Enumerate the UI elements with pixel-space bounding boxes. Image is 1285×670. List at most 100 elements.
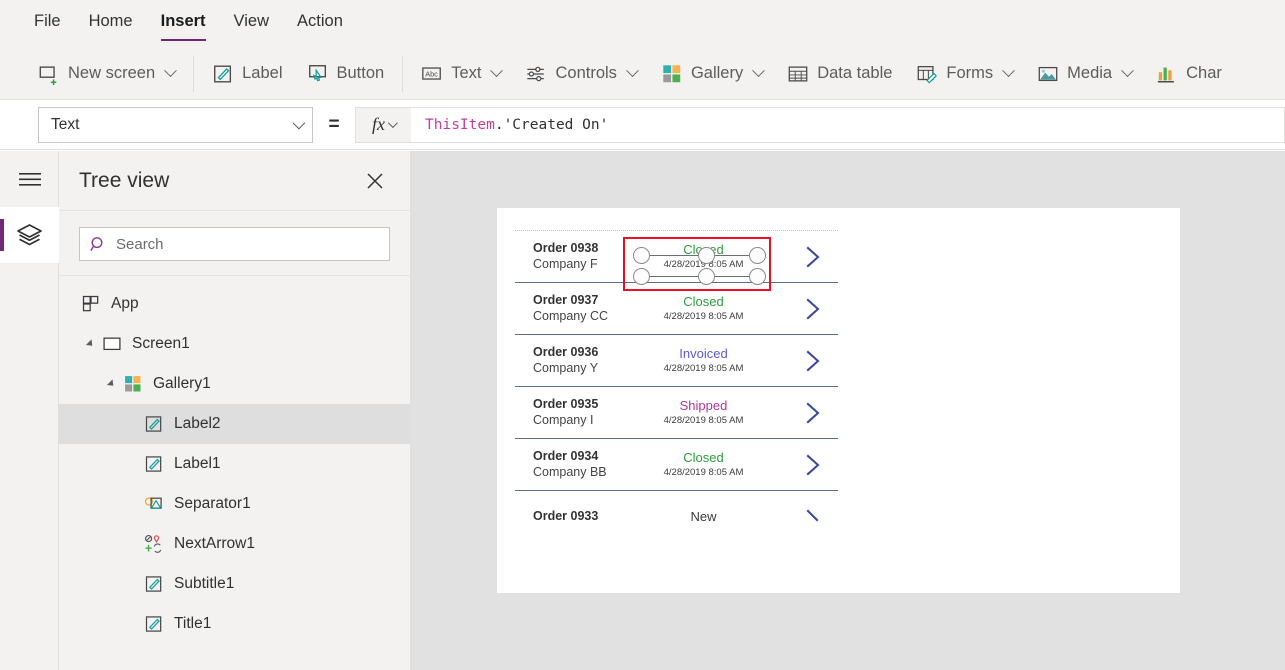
charts-icon	[1157, 67, 1174, 83]
gallery-row[interactable]: Order 0938 Company F Closed 4/28/2019 8:05 …	[515, 231, 838, 291]
next-arrow-icon[interactable]	[802, 349, 824, 373]
sidebar-item-app[interactable]: App	[59, 284, 410, 324]
ribbon-item-media[interactable]: Media	[1025, 48, 1144, 99]
gallery-row-left: Order 0934 Company BB	[515, 449, 607, 480]
new-screen-icon	[39, 65, 57, 85]
ribbon-item-label: Label	[242, 64, 283, 82]
label-icon	[214, 65, 232, 82]
fx-button[interactable]: fx	[355, 106, 411, 143]
nextarrow-icon	[145, 535, 162, 553]
tree-view-header: Tree view	[59, 151, 410, 211]
tree-view-rail-button[interactable]	[0, 207, 59, 263]
ribbon-item-data-table[interactable]: Data table	[775, 48, 904, 99]
sidebar-item-nextarrow1[interactable]: NextArrow1	[59, 524, 410, 564]
menu-tab-home[interactable]: Home	[89, 5, 133, 43]
next-arrow-icon[interactable]	[802, 401, 824, 425]
ribbon-item-text[interactable]: Abc Text	[409, 48, 513, 99]
subtitle-label: Company CC	[533, 308, 609, 323]
ribbon-item-forms[interactable]: Forms	[904, 48, 1025, 99]
menu-tab-view[interactable]: View	[234, 5, 269, 43]
tree-item-content: Screen1	[102, 334, 190, 354]
title-label: Order 0934	[533, 448, 599, 463]
sidebar-item-subtitle1[interactable]: Subtitle1	[59, 564, 410, 604]
ribbon-item-controls[interactable]: Controls	[513, 48, 648, 99]
property-selector[interactable]: Text	[38, 106, 313, 143]
gallery-row-left: Order 0938 Company F	[515, 241, 607, 272]
hamburger-menu-icon	[18, 173, 41, 186]
status-label: Closed	[683, 293, 724, 309]
gallery-row[interactable]: Order 0935 Company I Shipped 4/28/2019 8:05…	[515, 387, 838, 439]
sidebar-item-label: Label2	[174, 415, 221, 432]
gallery1[interactable]: Order 0938 Company F Closed 4/28/2019 8:05 …	[515, 230, 838, 530]
menu-tab-insert[interactable]: Insert	[160, 5, 206, 43]
gallery-icon	[125, 376, 141, 392]
next-arrow-icon[interactable]	[802, 297, 824, 321]
next-arrow-icon[interactable]	[802, 453, 824, 477]
created-on-label: 4/28/2019 8:05 AM	[663, 362, 744, 374]
separator-icon	[144, 497, 162, 509]
gallery-row-left: Order 0933	[515, 509, 607, 525]
menu-tab-file[interactable]: File	[34, 5, 61, 43]
screen-icon	[103, 337, 121, 351]
selection-guide-line	[641, 276, 757, 277]
chevron-down-icon	[387, 118, 398, 129]
fx-icon: fx	[372, 114, 385, 134]
tree-item-list: App Screen1 Gallery1 Label2 Label1 Separator1…	[59, 276, 410, 644]
ribbon-item-new-screen[interactable]: New screen	[26, 48, 187, 99]
gallery-row[interactable]: Order 0937 Company CC Closed 4/28/2019 8:05…	[515, 283, 838, 335]
sidebar-item-title1[interactable]: Title1	[59, 604, 410, 644]
sidebar-item-gallery1[interactable]: Gallery1	[59, 364, 410, 404]
next-arrow-icon[interactable]	[802, 245, 824, 269]
sidebar-item-label2[interactable]: Label2	[59, 404, 410, 444]
ribbon-item-char[interactable]: Char	[1144, 48, 1234, 99]
tree-expand-arrow-icon[interactable]	[85, 339, 96, 349]
ribbon-item-label: Data table	[817, 64, 893, 82]
ribbon-item-label: Gallery	[690, 64, 744, 82]
ribbon-divider	[193, 55, 195, 92]
gallery-row[interactable]: Order 0934 Company BB Closed 4/28/2019 8:05…	[515, 439, 838, 491]
tree-expand-arrow-icon[interactable]	[106, 379, 117, 389]
sidebar-item-screen1[interactable]: Screen1	[59, 324, 410, 364]
sidebar-item-separator1[interactable]: Separator1	[59, 484, 410, 524]
status-label: Closed	[683, 241, 724, 257]
media-image-icon	[1038, 66, 1058, 81]
forms-icon	[918, 65, 938, 84]
gallery-grid-icon	[663, 64, 681, 82]
search-box[interactable]	[79, 227, 390, 261]
sidebar-item-label: Subtitle1	[174, 575, 235, 592]
search-input[interactable]	[116, 235, 379, 253]
chevron-down-icon	[292, 116, 306, 130]
next-arrow-icon[interactable]	[802, 505, 824, 529]
sidebar-item-label: Label1	[174, 455, 221, 472]
controls-sliders-icon	[527, 66, 545, 81]
sidebar-item-label1[interactable]: Label1	[59, 444, 410, 484]
ribbon-item-label: New screen	[68, 64, 156, 82]
ribbon-item-gallery[interactable]: Gallery	[649, 48, 775, 99]
title-label: Order 0933	[533, 509, 599, 524]
created-on-label: 4/28/2019 8:05 AM	[663, 310, 744, 322]
chevron-down-icon	[752, 64, 766, 78]
chevron-down-icon	[490, 64, 504, 78]
sidebar-item-label: NextArrow1	[174, 535, 255, 552]
ribbon-item-button[interactable]: Button	[295, 48, 397, 99]
gallery-row[interactable]: Order 0936 Company Y Invoiced 4/28/2019 8:0…	[515, 335, 838, 387]
label-icon	[145, 416, 162, 432]
close-icon[interactable]	[362, 168, 388, 194]
ribbon-item-label: Char	[1186, 64, 1222, 82]
gallery-row[interactable]: Order 0933 New	[515, 491, 838, 530]
tree-item-content: Label1	[144, 454, 221, 474]
ribbon-item-label: Media	[1067, 64, 1113, 82]
title-label: Order 0938	[533, 240, 599, 255]
title-label: Order 0935	[533, 396, 599, 411]
hamburger-menu-button[interactable]	[0, 151, 59, 207]
formula-input[interactable]: ThisItem .'Created On'	[411, 106, 1285, 143]
menu-tab-action[interactable]: Action	[297, 5, 343, 43]
created-on-label: 4/28/2019 8:05 AM	[663, 414, 744, 426]
subtitle-label: Company F	[533, 256, 598, 271]
text-abc-icon: Abc	[422, 66, 442, 80]
subtitle-label: Company Y	[533, 360, 599, 375]
tree-item-content: Gallery1	[123, 374, 211, 394]
gallery-row-left: Order 0937 Company CC	[515, 293, 609, 324]
ribbon-item-label[interactable]: Label	[200, 48, 294, 99]
app-screen-canvas[interactable]: Order 0938 Company F Closed 4/28/2019 8:05 …	[497, 208, 1180, 593]
